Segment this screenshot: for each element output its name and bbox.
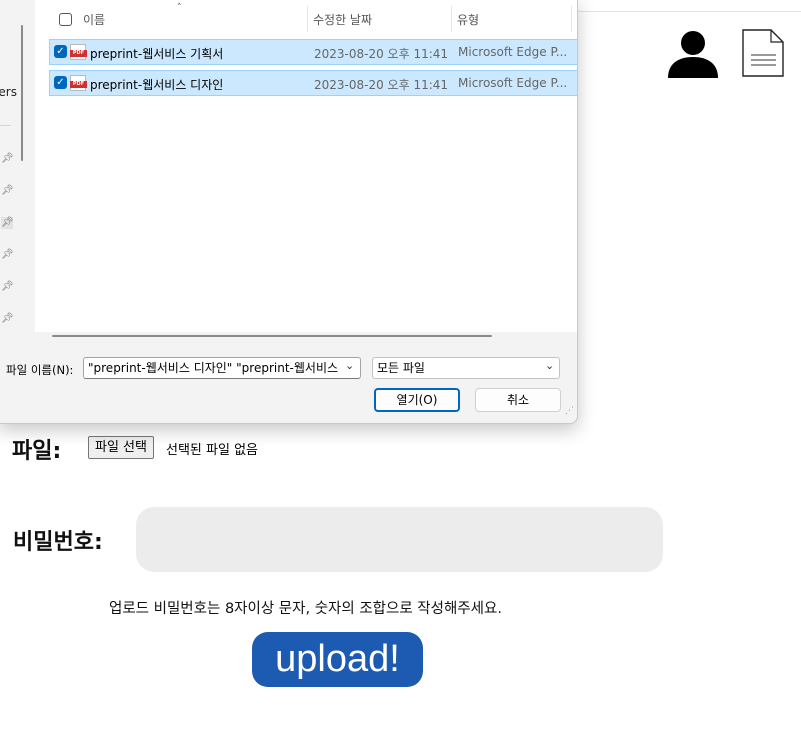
pin-icon[interactable]: 📌︎ (1, 153, 14, 165)
upload-button[interactable]: upload! (252, 632, 423, 687)
nav-scrollbar[interactable] (21, 25, 23, 161)
filename-label: 파일 이름(N): (6, 363, 74, 377)
select-all-checkbox[interactable] (59, 13, 72, 26)
column-header: ˄ 이름 수정한 날짜 유형 (35, 0, 577, 32)
nav-divider (0, 125, 11, 126)
password-hint: 업로드 비밀번호는 8자이상 문자, 숫자의 조합으로 작성해주세요. (109, 601, 502, 617)
file-type: Microsoft Edge P... (458, 45, 568, 59)
file-list: ˄ 이름 수정한 날짜 유형 ✓ PDF preprint-웹서비스 기획서 2… (35, 0, 577, 332)
pin-icon[interactable]: 📌︎ (1, 185, 14, 197)
user-icon[interactable] (667, 30, 719, 78)
pin-icon[interactable]: 📌︎ (1, 313, 14, 325)
file-date: 2023-08-20 오후 11:41 (314, 47, 449, 61)
column-divider[interactable] (571, 6, 572, 32)
column-divider[interactable] (451, 6, 452, 32)
password-label: 비밀번호: (13, 530, 103, 555)
resize-grip-icon[interactable]: ⋰ (565, 407, 574, 416)
file-label: 파일: (12, 439, 62, 464)
column-date[interactable]: 수정한 날짜 (313, 11, 372, 28)
pin-icon[interactable]: 📌︎ (1, 249, 14, 261)
horizontal-scrollbar[interactable] (52, 335, 492, 337)
column-name[interactable]: 이름 (83, 11, 105, 28)
file-type: Microsoft Edge P... (458, 76, 568, 90)
sort-ascending-icon: ˄ (177, 3, 182, 13)
file-date: 2023-08-20 오후 11:41 (314, 78, 449, 92)
file-open-dialog: ers 📌︎ 📌︎ 📌︎ 📌︎ 📌︎ 📌︎ ˄ 이름 수정한 날짜 유형 ✓ P… (0, 0, 578, 424)
open-button[interactable]: 열기(O) (374, 388, 460, 412)
navigation-pane: ers 📌︎ 📌︎ 📌︎ 📌︎ 📌︎ 📌︎ (0, 0, 31, 332)
pin-icon[interactable]: 📌︎ (1, 281, 14, 293)
cancel-button[interactable]: 취소 (475, 388, 561, 412)
column-type[interactable]: 유형 (457, 11, 479, 28)
password-input[interactable] (136, 507, 663, 572)
row-checkbox[interactable]: ✓ (54, 45, 67, 58)
file-status: 선택된 파일 없음 (166, 443, 258, 458)
file-name: preprint-웹서비스 디자인 (90, 78, 224, 92)
pin-icon[interactable]: 📌︎ (1, 217, 14, 229)
document-icon[interactable] (742, 29, 784, 77)
chevron-down-icon[interactable]: ⌄ (545, 359, 554, 372)
pdf-file-icon: PDF (70, 44, 87, 60)
row-checkbox[interactable]: ✓ (54, 76, 67, 89)
file-name: preprint-웹서비스 기획서 (90, 47, 224, 61)
column-divider[interactable] (307, 6, 308, 32)
file-row[interactable]: ✓ PDF preprint-웹서비스 디자인 2023-08-20 오후 11… (49, 70, 577, 96)
chevron-down-icon[interactable]: ⌄ (345, 359, 354, 372)
header-divider (578, 11, 801, 12)
choose-file-button[interactable]: 파일 선택 (88, 436, 154, 459)
pdf-file-icon: PDF (70, 75, 87, 91)
filename-input[interactable]: "preprint-웹서비스 디자인" "preprint-웹서비스 (83, 357, 361, 379)
file-row[interactable]: ✓ PDF preprint-웹서비스 기획서 2023-08-20 오후 11… (49, 39, 577, 65)
filetype-select[interactable]: 모든 파일 (372, 357, 560, 379)
nav-item-label[interactable]: ers (0, 85, 17, 99)
